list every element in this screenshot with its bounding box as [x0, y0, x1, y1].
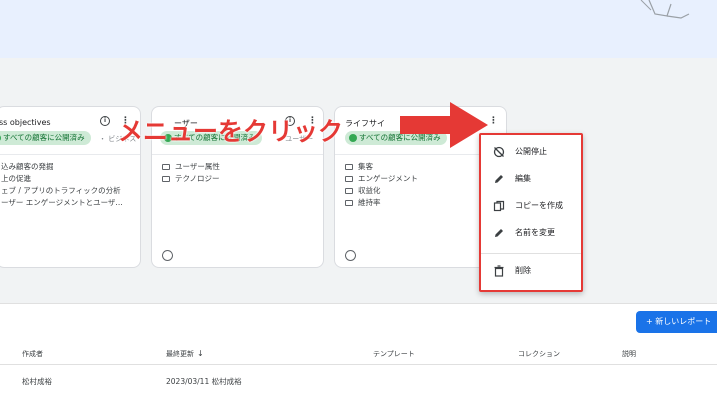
header-banner	[0, 0, 717, 58]
list-item: 維持率	[345, 197, 418, 209]
list-item: ーザー エンゲージメントとユーザ...	[1, 198, 123, 207]
trash-icon	[494, 265, 504, 277]
list-item: ユーザー属性	[162, 161, 220, 173]
copy-icon	[493, 200, 505, 212]
menu-divider	[481, 253, 581, 254]
folder-icon	[345, 164, 353, 170]
arrow-right-icon	[400, 102, 488, 148]
menu-item-copy[interactable]: コピーを作成	[481, 194, 581, 218]
list-item: ェブ / アプリのトラフィックの分析	[1, 186, 121, 195]
column-header-description[interactable]: 説明	[622, 349, 636, 359]
folder-icon	[162, 164, 170, 170]
column-header-last-modified[interactable]: 最終更新 ↓	[166, 349, 204, 359]
card-title: ライフサイ	[345, 119, 385, 128]
menu-item-delete[interactable]: 削除	[481, 259, 581, 283]
column-header-collection[interactable]: コレクション	[518, 349, 560, 359]
globe-icon	[345, 250, 356, 261]
folder-icon	[162, 176, 170, 182]
list-item: 集客	[345, 161, 418, 173]
list-item: 収益化	[345, 185, 418, 197]
check-icon	[349, 134, 357, 142]
menu-item-unpublish[interactable]: 公開停止	[481, 140, 581, 164]
arrow-down-icon: ↓	[197, 349, 204, 358]
info-icon[interactable]: i	[100, 116, 110, 126]
list-item: 上の促進	[1, 174, 31, 183]
new-report-button[interactable]: + 新しいレポート	[636, 311, 717, 333]
divider	[0, 364, 717, 365]
table-cell-last-modified: 2023/03/11 松村成裕	[166, 377, 242, 386]
list-item: エンゲージメント	[345, 173, 418, 185]
annotation-text: メニューをクリック	[118, 117, 344, 146]
status-badge: すべての顧客に公開済み	[0, 131, 91, 145]
unpublish-icon	[493, 146, 505, 158]
person-illustration	[640, 0, 690, 19]
list-item: 込み顧客の発掘	[1, 162, 54, 171]
card-list: 集客 エンゲージメント 収益化 維持率	[345, 161, 418, 209]
menu-item-rename[interactable]: 名前を変更	[481, 221, 581, 245]
list-item: テクノロジー	[162, 173, 220, 185]
globe-icon	[162, 250, 173, 261]
folder-icon	[345, 176, 353, 182]
pencil-icon	[495, 229, 503, 237]
table-cell-creator: 松村成裕	[22, 377, 52, 386]
divider	[0, 154, 140, 155]
column-header-creator[interactable]: 作成者	[22, 349, 43, 359]
folder-icon	[345, 200, 353, 206]
folder-icon	[345, 188, 353, 194]
check-icon	[0, 134, 1, 142]
reports-table-panel	[0, 303, 717, 396]
card-list: ユーザー属性 テクノロジー	[162, 161, 220, 185]
menu-item-edit[interactable]: 編集	[481, 167, 581, 191]
card-list: 込み顧客の発掘 上の促進 ェブ / アプリのトラフィックの分析 ーザー エンゲー…	[1, 161, 123, 209]
divider	[152, 154, 323, 155]
card-title: ss objectives	[0, 118, 51, 127]
column-header-template[interactable]: テンプレート	[373, 349, 415, 359]
pencil-icon	[495, 175, 503, 183]
card-context-menu: 公開停止 編集 コピーを作成 名前を変更 削除	[479, 133, 583, 292]
